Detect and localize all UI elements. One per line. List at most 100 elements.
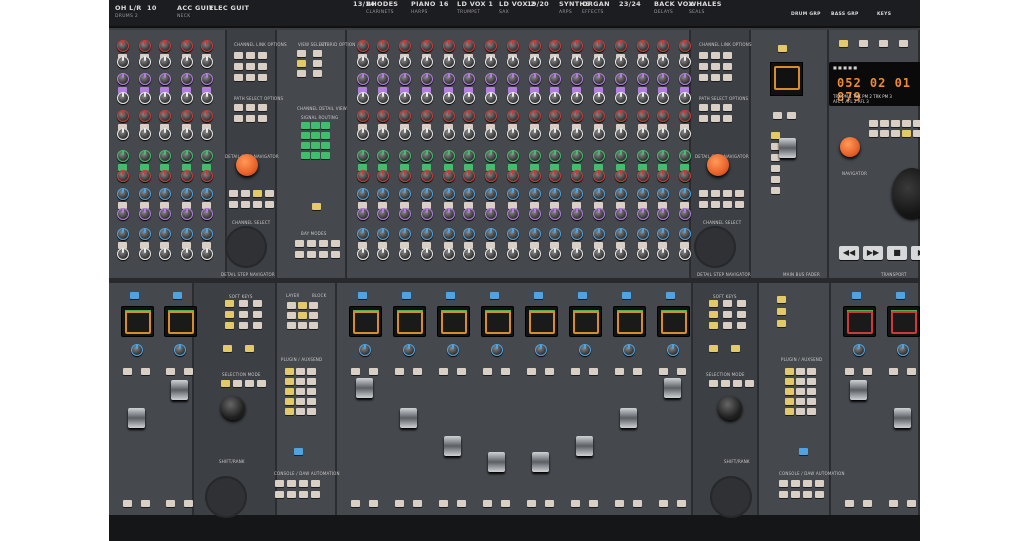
channel-knob-2-2[interactable] (159, 73, 171, 85)
channel-knob-1-6[interactable] (139, 150, 151, 162)
fader-button-b-6[interactable] (545, 368, 554, 375)
select-left-1-3[interactable] (265, 201, 274, 208)
plugin-btn-left-1-0[interactable] (285, 378, 294, 385)
plugin-btn-left-2-0[interactable] (285, 388, 294, 395)
channel-knob-20-10[interactable] (679, 228, 691, 240)
pan-knob-9[interactable] (667, 344, 679, 356)
channel-knob-10-6[interactable] (463, 150, 475, 162)
plugin-btn-left-2-2[interactable] (307, 388, 316, 395)
channel-knob-19-0[interactable] (657, 40, 669, 52)
channel-knob-7-10[interactable] (399, 228, 411, 240)
channel-knob-14-1[interactable] (549, 56, 561, 68)
channel-knob-10-3[interactable] (463, 92, 475, 104)
main-bus-top-led[interactable] (778, 45, 787, 52)
fader-button-b-3[interactable] (413, 368, 422, 375)
view-select-2-0[interactable] (297, 70, 306, 77)
channel-knob-15-6[interactable] (571, 150, 583, 162)
soft-key-left-2-0[interactable] (225, 322, 234, 329)
link-option-right-1-1[interactable] (711, 63, 720, 70)
channel-knob-20-1[interactable] (679, 56, 691, 68)
transport-grid-1-4[interactable] (913, 130, 920, 137)
transport-grid-1-0[interactable] (869, 130, 878, 137)
channel-knob-8-10[interactable] (421, 228, 433, 240)
automation-left-1-3[interactable] (311, 491, 320, 498)
shift-rank-knob-left[interactable] (221, 396, 245, 420)
pan-knob-5[interactable] (491, 344, 503, 356)
channel-knob-13-11[interactable] (529, 248, 541, 260)
aux-side-0-0[interactable] (777, 296, 786, 303)
channel-knob-19-4[interactable] (657, 110, 669, 122)
channel-knob-1-0[interactable] (139, 40, 151, 52)
select-left-0-0[interactable] (229, 190, 238, 197)
channel-knob-9-6[interactable] (443, 150, 455, 162)
selection-mode-left-0-1[interactable] (233, 380, 242, 387)
fader-select-led-0[interactable] (130, 292, 139, 299)
channel-knob-18-5[interactable] (637, 128, 649, 140)
channel-knob-6-9[interactable] (377, 208, 389, 220)
view-select-0-0[interactable] (297, 50, 306, 57)
channel-knob-10-10[interactable] (463, 228, 475, 240)
channel-knob-12-1[interactable] (507, 56, 519, 68)
fader-button-a-1[interactable] (166, 368, 175, 375)
fader-button-a-9[interactable] (659, 368, 668, 375)
channel-knob-0-10[interactable] (117, 228, 129, 240)
fader-foot-b-5[interactable] (501, 500, 510, 507)
soft-key-left-2-1[interactable] (239, 322, 248, 329)
channel-knob-17-4[interactable] (615, 110, 627, 122)
channel-knob-16-7[interactable] (593, 170, 605, 182)
channel-knob-5-0[interactable] (357, 40, 369, 52)
channel-knob-5-10[interactable] (357, 228, 369, 240)
channel-knob-8-5[interactable] (421, 128, 433, 140)
main-bus-top-0-0[interactable] (773, 112, 782, 119)
plugin-btn-left-4-1[interactable] (296, 408, 305, 415)
channel-knob-2-3[interactable] (159, 92, 171, 104)
automation-led-left[interactable] (294, 448, 303, 455)
plugin-btn-left-0-0[interactable] (285, 368, 294, 375)
pan-knob-4[interactable] (447, 344, 459, 356)
selection-mode-left-0-0[interactable] (221, 380, 230, 387)
plugin-btn-right-0-2[interactable] (807, 368, 816, 375)
channel-knob-7-0[interactable] (399, 40, 411, 52)
select-left-1-0[interactable] (229, 201, 238, 208)
channel-knob-0-4[interactable] (117, 110, 129, 122)
link-option-left-1-1[interactable] (246, 63, 255, 70)
pan-knob-8[interactable] (623, 344, 635, 356)
automation-right-0-2[interactable] (803, 480, 812, 487)
fader-button-a-4[interactable] (439, 368, 448, 375)
channel-knob-14-2[interactable] (549, 73, 561, 85)
channel-knob-3-4[interactable] (181, 110, 193, 122)
pan-knob-6[interactable] (535, 344, 547, 356)
plugin-btn-right-3-0[interactable] (785, 398, 794, 405)
channel-knob-6-8[interactable] (377, 188, 389, 200)
fader-select-led-11[interactable] (896, 292, 905, 299)
fader-0[interactable] (128, 408, 145, 428)
plugin-btn-right-4-0[interactable] (785, 408, 794, 415)
channel-knob-13-8[interactable] (529, 188, 541, 200)
channel-knob-9-1[interactable] (443, 56, 455, 68)
layer-btn-1-0[interactable] (287, 312, 296, 319)
layer-btn-2-0[interactable] (287, 322, 296, 329)
navigation-pad-3[interactable] (710, 476, 752, 518)
channel-knob-20-5[interactable] (679, 128, 691, 140)
fader-foot-b-9[interactable] (677, 500, 686, 507)
channel-knob-20-11[interactable] (679, 248, 691, 260)
link-option-left-1-0[interactable] (234, 63, 243, 70)
channel-knob-19-8[interactable] (657, 188, 669, 200)
channel-knob-10-7[interactable] (463, 170, 475, 182)
channel-knob-10-0[interactable] (463, 40, 475, 52)
automation-right-1-2[interactable] (803, 491, 812, 498)
fader-foot-a-0[interactable] (123, 500, 132, 507)
plugin-btn-left-3-2[interactable] (307, 398, 316, 405)
navigator-knob[interactable] (840, 137, 860, 157)
channel-knob-15-10[interactable] (571, 228, 583, 240)
fader-button-a-8[interactable] (615, 368, 624, 375)
fader-button-b-2[interactable] (369, 368, 378, 375)
pan-knob-11[interactable] (897, 344, 909, 356)
fader-1[interactable] (171, 380, 188, 400)
fader-select-led-7[interactable] (578, 292, 587, 299)
channel-knob-0-1[interactable] (117, 56, 129, 68)
select-right-0-1[interactable] (711, 190, 720, 197)
channel-knob-15-2[interactable] (571, 73, 583, 85)
path-option-right-1-0[interactable] (699, 115, 708, 122)
channel-knob-4-3[interactable] (201, 92, 213, 104)
